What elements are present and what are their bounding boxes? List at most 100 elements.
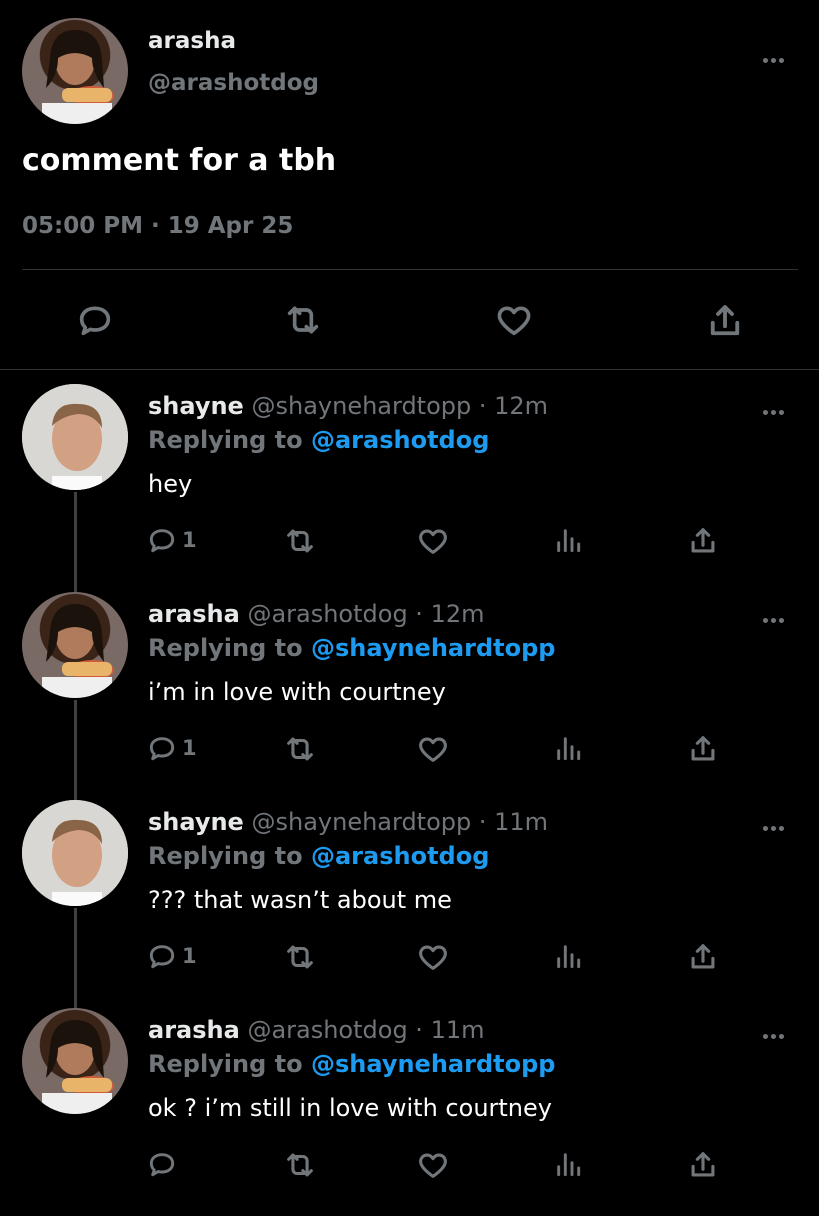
analytics-button[interactable]: [552, 940, 584, 972]
avatar-image: [42, 604, 114, 698]
retweet-button[interactable]: [283, 524, 317, 558]
reply-author-name[interactable]: shayne: [148, 808, 244, 836]
share-button[interactable]: [686, 940, 720, 974]
retweet-icon: [287, 529, 313, 553]
replying-to: Replying to @arashotdog: [148, 842, 489, 870]
retweet-button[interactable]: [283, 732, 317, 766]
like-icon: [419, 529, 447, 554]
reply-icon: [149, 737, 175, 761]
retweet-icon: [287, 1153, 313, 1177]
like-icon: [419, 737, 447, 762]
author-name[interactable]: arasha: [148, 28, 236, 54]
share-button[interactable]: [686, 1148, 720, 1182]
reply-header: arasha @arashotdog · 11m: [148, 1016, 484, 1044]
reply-text: hey: [148, 470, 193, 498]
mention-link[interactable]: @shaynehardtopp: [311, 1050, 555, 1078]
reply-tweet[interactable]: arasha @arashotdog · 11m Replying to @sh…: [0, 1008, 819, 1216]
share-icon: [691, 736, 715, 761]
replying-to: Replying to @shaynehardtopp: [148, 634, 555, 662]
reply-button[interactable]: 1: [146, 732, 197, 764]
analytics-button[interactable]: [552, 524, 584, 556]
like-button[interactable]: [416, 732, 450, 766]
reply-button[interactable]: 1: [146, 524, 197, 556]
share-icon: [691, 944, 715, 969]
analytics-icon: [557, 737, 581, 761]
reply-tweet[interactable]: shayne @shaynehardtopp · 11m Replying to…: [0, 800, 819, 1008]
share-icon: [691, 528, 715, 553]
replying-to: Replying to @shaynehardtopp: [148, 1050, 555, 1078]
avatar-image: [22, 384, 128, 490]
reply-icon: [149, 529, 175, 553]
more-options-icon[interactable]: [763, 1024, 789, 1039]
mention-link[interactable]: @shaynehardtopp: [311, 634, 555, 662]
like-icon: [419, 1153, 447, 1178]
tweet-timestamp: 05:00 PM · 19 Apr 25: [22, 213, 294, 239]
more-options-icon[interactable]: [763, 400, 789, 415]
author-handle[interactable]: @arashotdog: [148, 70, 319, 96]
avatar-image: [42, 1020, 114, 1114]
replying-label: Replying to: [148, 426, 303, 454]
divider: [0, 369, 819, 370]
more-options-icon[interactable]: [763, 816, 789, 831]
analytics-icon: [557, 529, 581, 553]
retweet-icon: [287, 306, 319, 334]
reply-button[interactable]: [146, 1148, 182, 1180]
avatar-image: [42, 30, 114, 124]
like-icon: [497, 306, 531, 336]
avatar[interactable]: [22, 18, 128, 124]
avatar[interactable]: [22, 800, 128, 906]
reply-icon: [79, 306, 111, 336]
reply-author-handle[interactable]: @arashotdog · 12m: [247, 600, 484, 628]
divider: [22, 269, 798, 270]
reply-author-handle[interactable]: @arashotdog · 11m: [247, 1016, 484, 1044]
mention-link[interactable]: @arashotdog: [311, 426, 489, 454]
reply-header: shayne @shaynehardtopp · 12m: [148, 392, 548, 420]
share-button[interactable]: [704, 300, 746, 342]
avatar[interactable]: [22, 1008, 128, 1114]
retweet-icon: [287, 737, 313, 761]
retweet-button[interactable]: [283, 300, 323, 340]
like-button[interactable]: [416, 1148, 450, 1182]
avatar[interactable]: [22, 592, 128, 698]
retweet-icon: [287, 945, 313, 969]
analytics-icon: [557, 945, 581, 969]
reply-button[interactable]: 1: [146, 940, 197, 972]
tweet-text: comment for a tbh: [22, 143, 337, 178]
like-button[interactable]: [494, 300, 534, 340]
reply-button[interactable]: [75, 300, 115, 340]
reply-header: shayne @shaynehardtopp · 11m: [148, 808, 548, 836]
reply-author-name[interactable]: shayne: [148, 392, 244, 420]
avatar[interactable]: [22, 384, 128, 490]
like-button[interactable]: [416, 940, 450, 974]
reply-text: i’m in love with courtney: [148, 678, 446, 706]
reply-count: 1: [182, 528, 197, 552]
mention-link[interactable]: @arashotdog: [311, 842, 489, 870]
reply-author-name[interactable]: arasha: [148, 1016, 240, 1044]
like-button[interactable]: [416, 524, 450, 558]
more-options-icon[interactable]: [763, 608, 789, 623]
analytics-button[interactable]: [552, 732, 584, 764]
reply-icon: [149, 945, 175, 969]
replying-to: Replying to @arashotdog: [148, 426, 489, 454]
retweet-button[interactable]: [283, 1148, 317, 1182]
like-icon: [419, 945, 447, 970]
analytics-button[interactable]: [552, 1148, 584, 1180]
reply-author-handle[interactable]: @shaynehardtopp · 12m: [251, 392, 548, 420]
reply-author-name[interactable]: arasha: [148, 600, 240, 628]
more-options-icon[interactable]: [763, 48, 789, 63]
share-icon: [691, 1152, 715, 1177]
reply-tweet[interactable]: shayne @shaynehardtopp · 12m Replying to…: [0, 384, 819, 592]
reply-text: ??? that wasn’t about me: [148, 886, 452, 914]
replying-label: Replying to: [148, 842, 303, 870]
share-button[interactable]: [686, 524, 720, 558]
share-button[interactable]: [686, 732, 720, 766]
reply-count: 1: [182, 736, 197, 760]
reply-author-handle[interactable]: @shaynehardtopp · 11m: [251, 808, 548, 836]
reply-count: 1: [182, 944, 197, 968]
main-tweet: arasha @arashotdog comment for a tbh 05:…: [0, 0, 819, 370]
replying-label: Replying to: [148, 1050, 303, 1078]
replying-label: Replying to: [148, 634, 303, 662]
avatar-image: [22, 800, 128, 906]
retweet-button[interactable]: [283, 940, 317, 974]
reply-tweet[interactable]: arasha @arashotdog · 12m Replying to @sh…: [0, 592, 819, 800]
